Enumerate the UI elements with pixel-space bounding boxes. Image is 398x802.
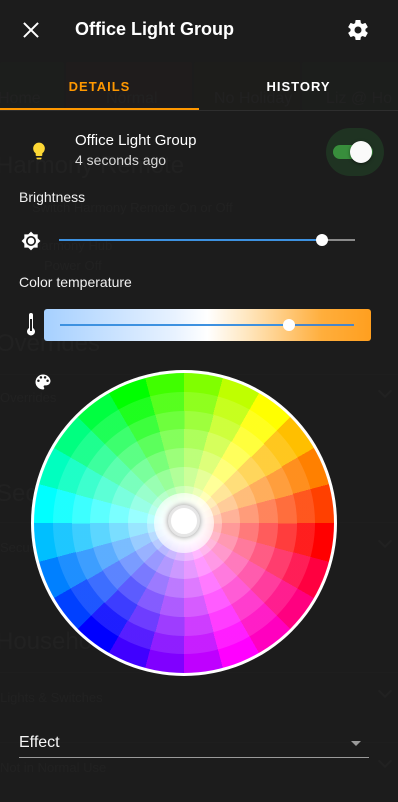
entity-row: Office Light Group 4 seconds ago <box>0 128 398 178</box>
entity-name: Office Light Group <box>75 132 197 149</box>
power-toggle[interactable] <box>326 128 384 176</box>
color-temperature-slider[interactable] <box>60 315 354 335</box>
gear-icon <box>348 20 368 40</box>
more-info-dialog: Office Light Group DETAILS HISTORY Offic… <box>0 0 398 802</box>
effect-label: Effect <box>19 734 60 751</box>
slider-thumb[interactable] <box>316 234 329 246</box>
settings-button[interactable] <box>346 18 370 42</box>
brightness-slider[interactable] <box>59 230 355 250</box>
tabs-divider <box>0 110 398 111</box>
slider-fill <box>60 324 290 326</box>
thermometer-icon <box>27 313 35 336</box>
dialog-header: Office Light Group <box>0 0 398 60</box>
dialog-title: Office Light Group <box>75 19 234 39</box>
slider-fill <box>59 239 323 241</box>
effect-dropdown[interactable]: Effect <box>19 726 369 758</box>
entity-last-changed: 4 seconds ago <box>75 152 167 168</box>
chevron-down-icon <box>351 741 361 746</box>
toggle-knob <box>350 141 372 163</box>
brightness-icon <box>21 231 41 251</box>
lightbulb-icon <box>33 142 45 160</box>
tab-details[interactable]: DETAILS <box>0 60 199 110</box>
tab-bar: DETAILS HISTORY <box>0 60 398 110</box>
slider-thumb[interactable] <box>283 319 296 331</box>
close-icon[interactable] <box>18 18 44 44</box>
tab-history[interactable]: HISTORY <box>199 60 398 110</box>
color-temperature-label: Color temperature <box>19 274 132 290</box>
palette-icon <box>35 374 51 390</box>
color-wheel-marker[interactable] <box>168 505 200 537</box>
brightness-label: Brightness <box>19 189 86 205</box>
